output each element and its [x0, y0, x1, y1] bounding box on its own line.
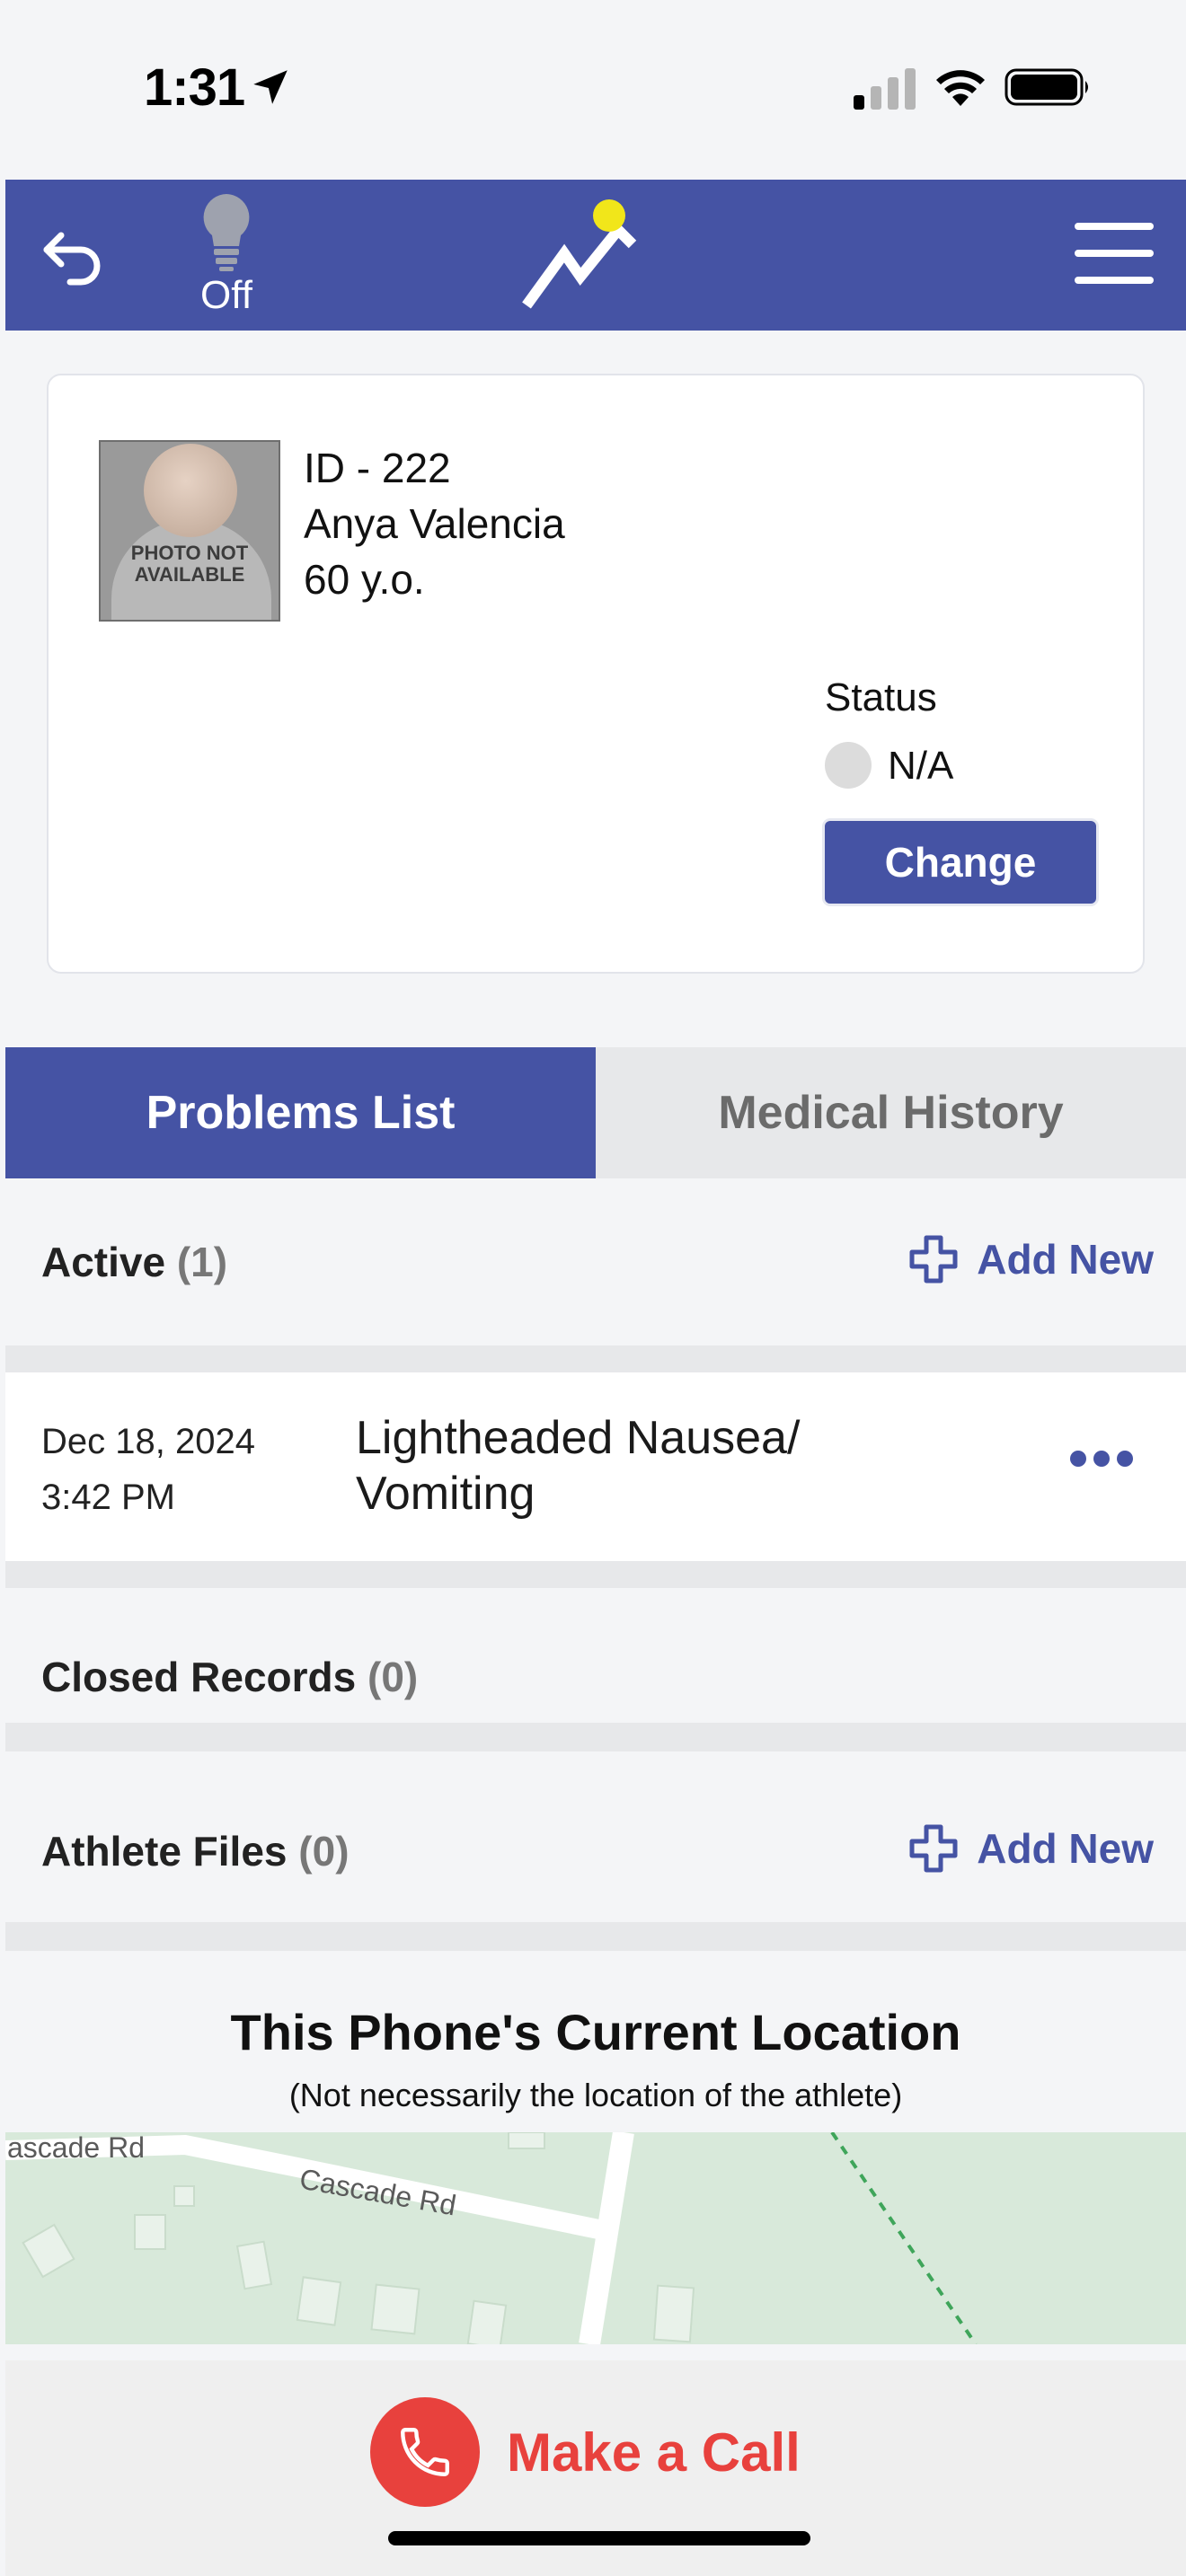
location-subtitle: (Not necessarily the location of the ath… — [288, 2077, 903, 2113]
map-road-label: Cascade Rd — [297, 2162, 459, 2221]
add-new-problem-button[interactable]: Add New — [908, 1234, 1154, 1284]
map-graphic: ascade Rd Cascade Rd — [5, 2132, 978, 2344]
athlete-id: ID - 222 — [304, 445, 451, 491]
files-count: (0) — [298, 1828, 350, 1875]
athlete-files-section: Athlete Files (0) Add New — [5, 1751, 1186, 1922]
closed-records-section[interactable]: Closed Records (0) — [5, 1588, 1186, 1723]
add-new-label: Add New — [977, 1825, 1154, 1872]
app-logo — [522, 199, 637, 309]
change-status-button[interactable]: Change — [825, 821, 1096, 904]
divider — [5, 1922, 1186, 1951]
tab-problems-list[interactable]: Problems List — [5, 1047, 596, 1178]
light-status-label: Off — [200, 273, 252, 317]
active-section-title: Active (1) — [41, 1239, 228, 1285]
battery-icon — [1005, 68, 1088, 106]
add-new-file-button[interactable]: Add New — [908, 1823, 1154, 1874]
athlete-files-title: Athlete Files (0) — [41, 1828, 350, 1875]
status-value: N/A — [888, 744, 954, 788]
closed-records-title: Closed Records (0) — [41, 1654, 419, 1700]
athlete-name: Anya Valencia — [304, 500, 565, 547]
add-new-label: Add New — [977, 1236, 1154, 1283]
avatar: PHOTO NOT AVAILABLE — [99, 440, 280, 622]
status-indicator — [825, 742, 872, 789]
location-map[interactable]: ascade Rd Cascade Rd — [5, 2132, 1186, 2344]
record-date: Dec 18, 2024 — [41, 1422, 255, 1461]
more-options-icon[interactable] — [1066, 1441, 1137, 1477]
problem-record-row[interactable]: Dec 18, 2024 3:42 PM Lightheaded Nausea/… — [5, 1372, 1186, 1561]
divider — [5, 1561, 1186, 1588]
make-call-label: Make a Call — [507, 2422, 801, 2483]
hamburger-menu-icon[interactable] — [1075, 223, 1154, 284]
status-time: 1:31 — [144, 58, 245, 117]
record-time: 3:42 PM — [41, 1478, 175, 1517]
plus-icon — [909, 1824, 958, 1873]
athlete-age: 60 y.o. — [304, 556, 425, 603]
status-label: Status — [825, 675, 937, 719]
wifi-icon — [936, 70, 985, 106]
active-section-header: Active (1) Add New — [5, 1178, 1186, 1345]
cellular-signal-icon — [854, 68, 916, 110]
plus-icon — [909, 1235, 958, 1284]
tab-bar: Problems List Medical History — [5, 1047, 1186, 1178]
record-datetime: Dec 18, 2024 3:42 PM — [41, 1414, 255, 1525]
divider — [5, 1345, 1186, 1372]
photo-placeholder-text: PHOTO NOT AVAILABLE — [130, 542, 249, 586]
active-count: (1) — [176, 1239, 228, 1285]
make-call-button[interactable]: Make a Call — [370, 2396, 819, 2508]
record-title: Lightheaded Nausea/ Vomiting — [356, 1412, 801, 1520]
lightbulb-icon — [203, 194, 250, 271]
closed-count: (0) — [367, 1654, 419, 1700]
phone-icon — [370, 2397, 480, 2507]
location-title: This Phone's Current Location — [230, 2004, 961, 2060]
location-arrow-icon — [253, 70, 288, 104]
home-indicator — [388, 2531, 810, 2545]
tab-medical-history[interactable]: Medical History — [596, 1047, 1186, 1178]
light-toggle[interactable]: Off — [181, 190, 271, 325]
divider — [5, 1723, 1186, 1751]
app-header: Off — [5, 180, 1186, 331]
athlete-profile-card: PHOTO NOT AVAILABLE ID - 222 Anya Valenc… — [47, 374, 1145, 974]
map-road-label: ascade Rd — [7, 2132, 145, 2164]
status-bar: 1:31 — [0, 0, 1186, 180]
back-icon[interactable] — [36, 219, 108, 291]
